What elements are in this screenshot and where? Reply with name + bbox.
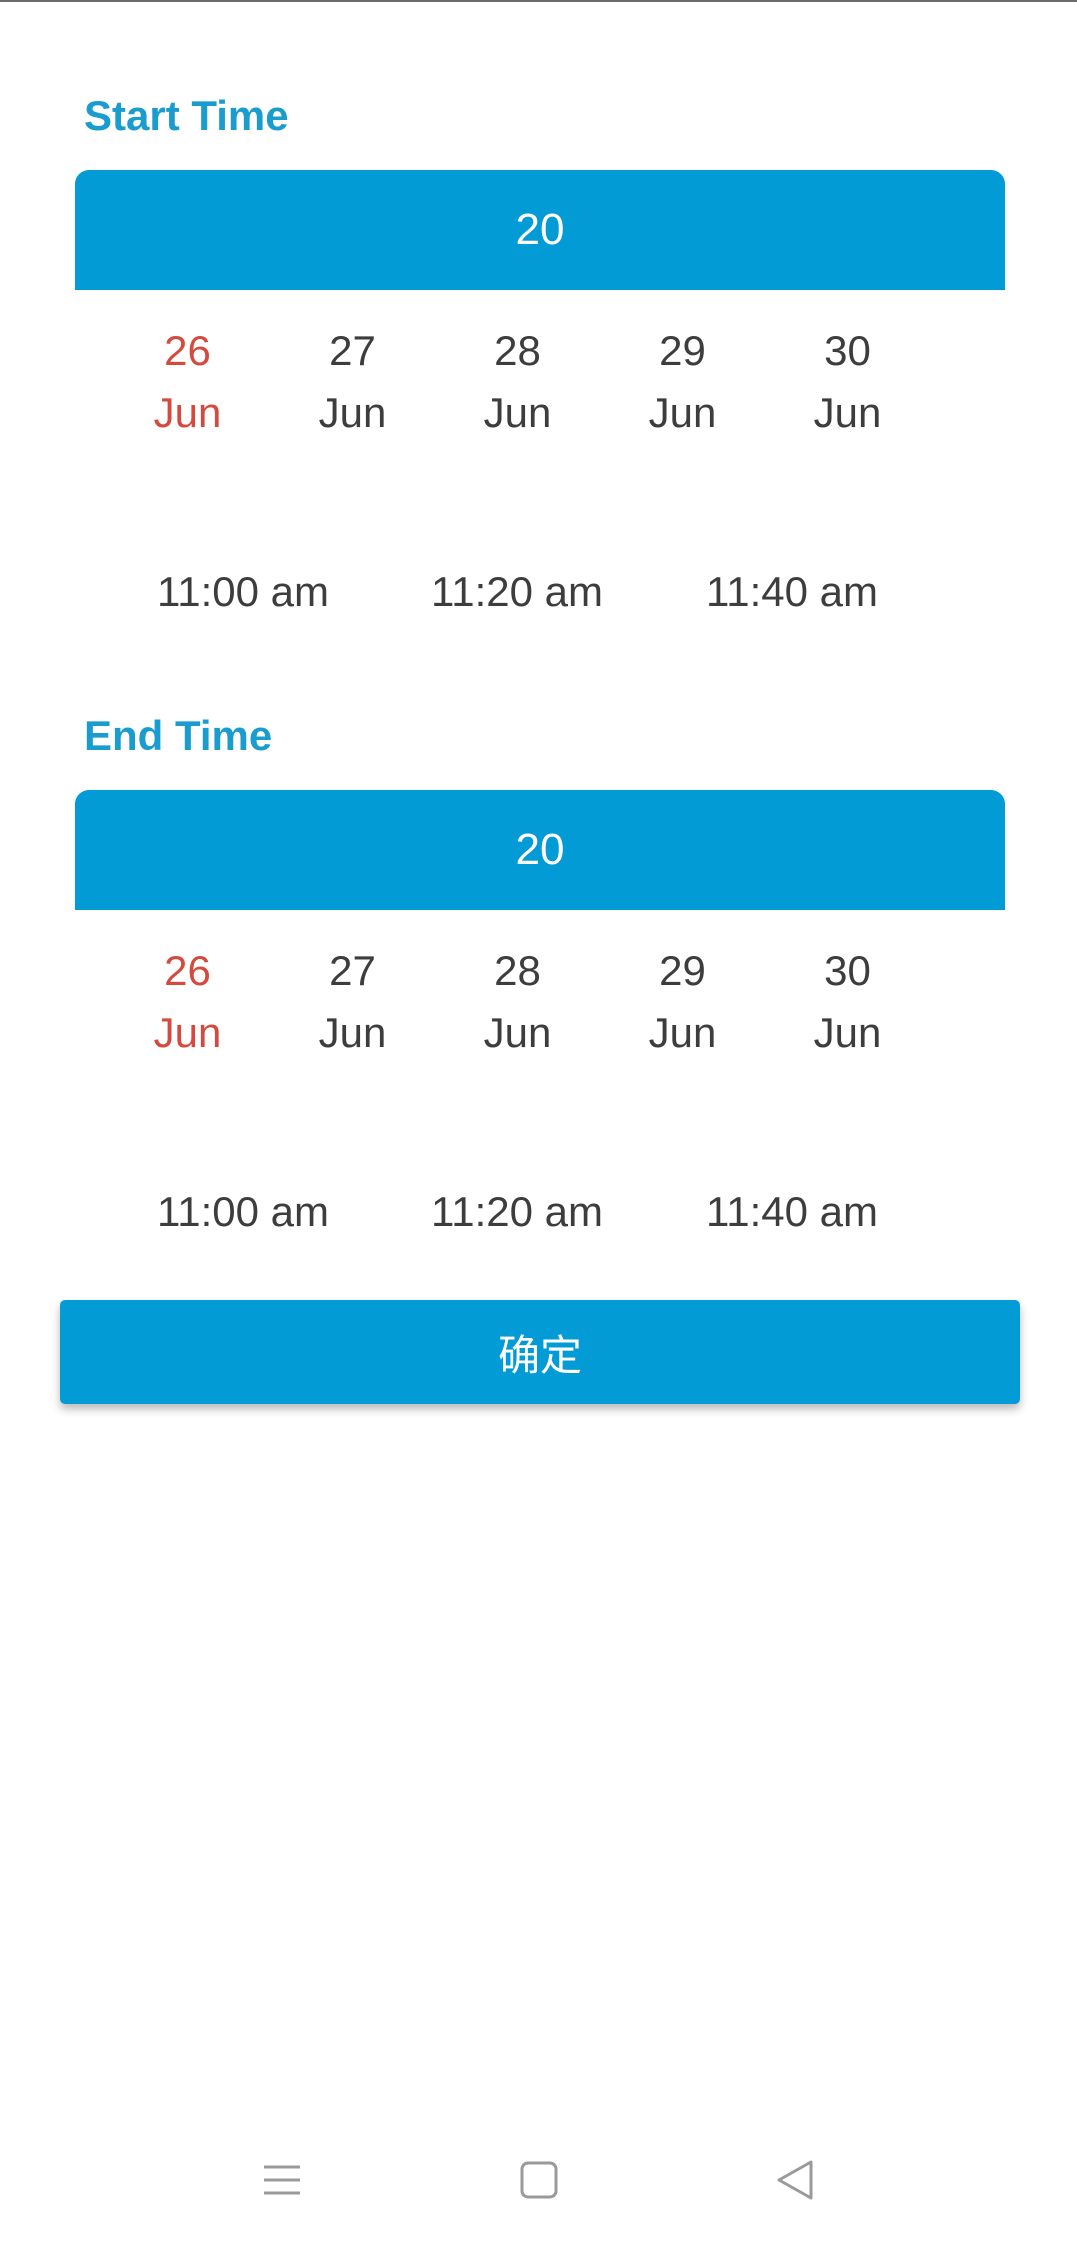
- date-month: Jun: [483, 1009, 552, 1056]
- date-month: Jun: [318, 389, 387, 436]
- end-date-item[interactable]: 30 Jun: [765, 940, 930, 1064]
- date-day: 26: [164, 327, 211, 374]
- start-hour-banner[interactable]: 20: [75, 170, 1005, 290]
- date-day: 30: [824, 327, 871, 374]
- date-day: 28: [494, 947, 541, 994]
- date-day: 27: [329, 947, 376, 994]
- start-date-item[interactable]: 27 Jun: [270, 320, 435, 444]
- top-divider: [0, 0, 1077, 2]
- date-day: 26: [164, 947, 211, 994]
- end-time-option[interactable]: 11:20 am: [397, 1188, 637, 1236]
- start-time-title: Start Time: [84, 92, 289, 139]
- end-date-item[interactable]: 26 Jun: [105, 940, 270, 1064]
- start-date-item[interactable]: 26 Jun: [105, 320, 270, 444]
- date-month: Jun: [153, 389, 222, 436]
- date-month: Jun: [648, 389, 717, 436]
- start-date-item[interactable]: 29 Jun: [600, 320, 765, 444]
- start-date-item[interactable]: 28 Jun: [435, 320, 600, 444]
- date-month: Jun: [153, 1009, 222, 1056]
- date-day: 29: [659, 327, 706, 374]
- end-time-option[interactable]: 11:40 am: [672, 1188, 912, 1236]
- start-time-option[interactable]: 11:00 am: [123, 568, 363, 616]
- end-date-row: 26 Jun 27 Jun 28 Jun 29 Jun 30 Jun: [0, 940, 1077, 1070]
- end-hour-banner[interactable]: 20: [75, 790, 1005, 910]
- back-triangle-icon[interactable]: [750, 2130, 840, 2230]
- start-date-row: 26 Jun 27 Jun 28 Jun 29 Jun 30 Jun: [0, 320, 1077, 450]
- date-day: 27: [329, 327, 376, 374]
- start-date-item[interactable]: 30 Jun: [765, 320, 930, 444]
- start-time-option[interactable]: 11:20 am: [397, 568, 637, 616]
- date-month: Jun: [648, 1009, 717, 1056]
- end-time-option[interactable]: 11:00 am: [123, 1188, 363, 1236]
- end-time-title: End Time: [84, 712, 273, 759]
- date-month: Jun: [483, 389, 552, 436]
- end-time-row: 11:00 am 11:20 am 11:40 am: [0, 1188, 1077, 1248]
- date-month: Jun: [813, 389, 882, 436]
- date-month: Jun: [318, 1009, 387, 1056]
- system-nav-bar: [0, 2130, 1077, 2230]
- date-day: 29: [659, 947, 706, 994]
- date-day: 30: [824, 947, 871, 994]
- confirm-button[interactable]: 确定: [60, 1300, 1020, 1404]
- date-month: Jun: [813, 1009, 882, 1056]
- end-date-item[interactable]: 27 Jun: [270, 940, 435, 1064]
- end-date-item[interactable]: 28 Jun: [435, 940, 600, 1064]
- start-time-option[interactable]: 11:40 am: [672, 568, 912, 616]
- end-date-item[interactable]: 29 Jun: [600, 940, 765, 1064]
- start-time-row: 11:00 am 11:20 am 11:40 am: [0, 568, 1077, 628]
- date-day: 28: [494, 327, 541, 374]
- menu-icon[interactable]: [237, 2130, 327, 2230]
- home-square-icon[interactable]: [494, 2130, 584, 2230]
